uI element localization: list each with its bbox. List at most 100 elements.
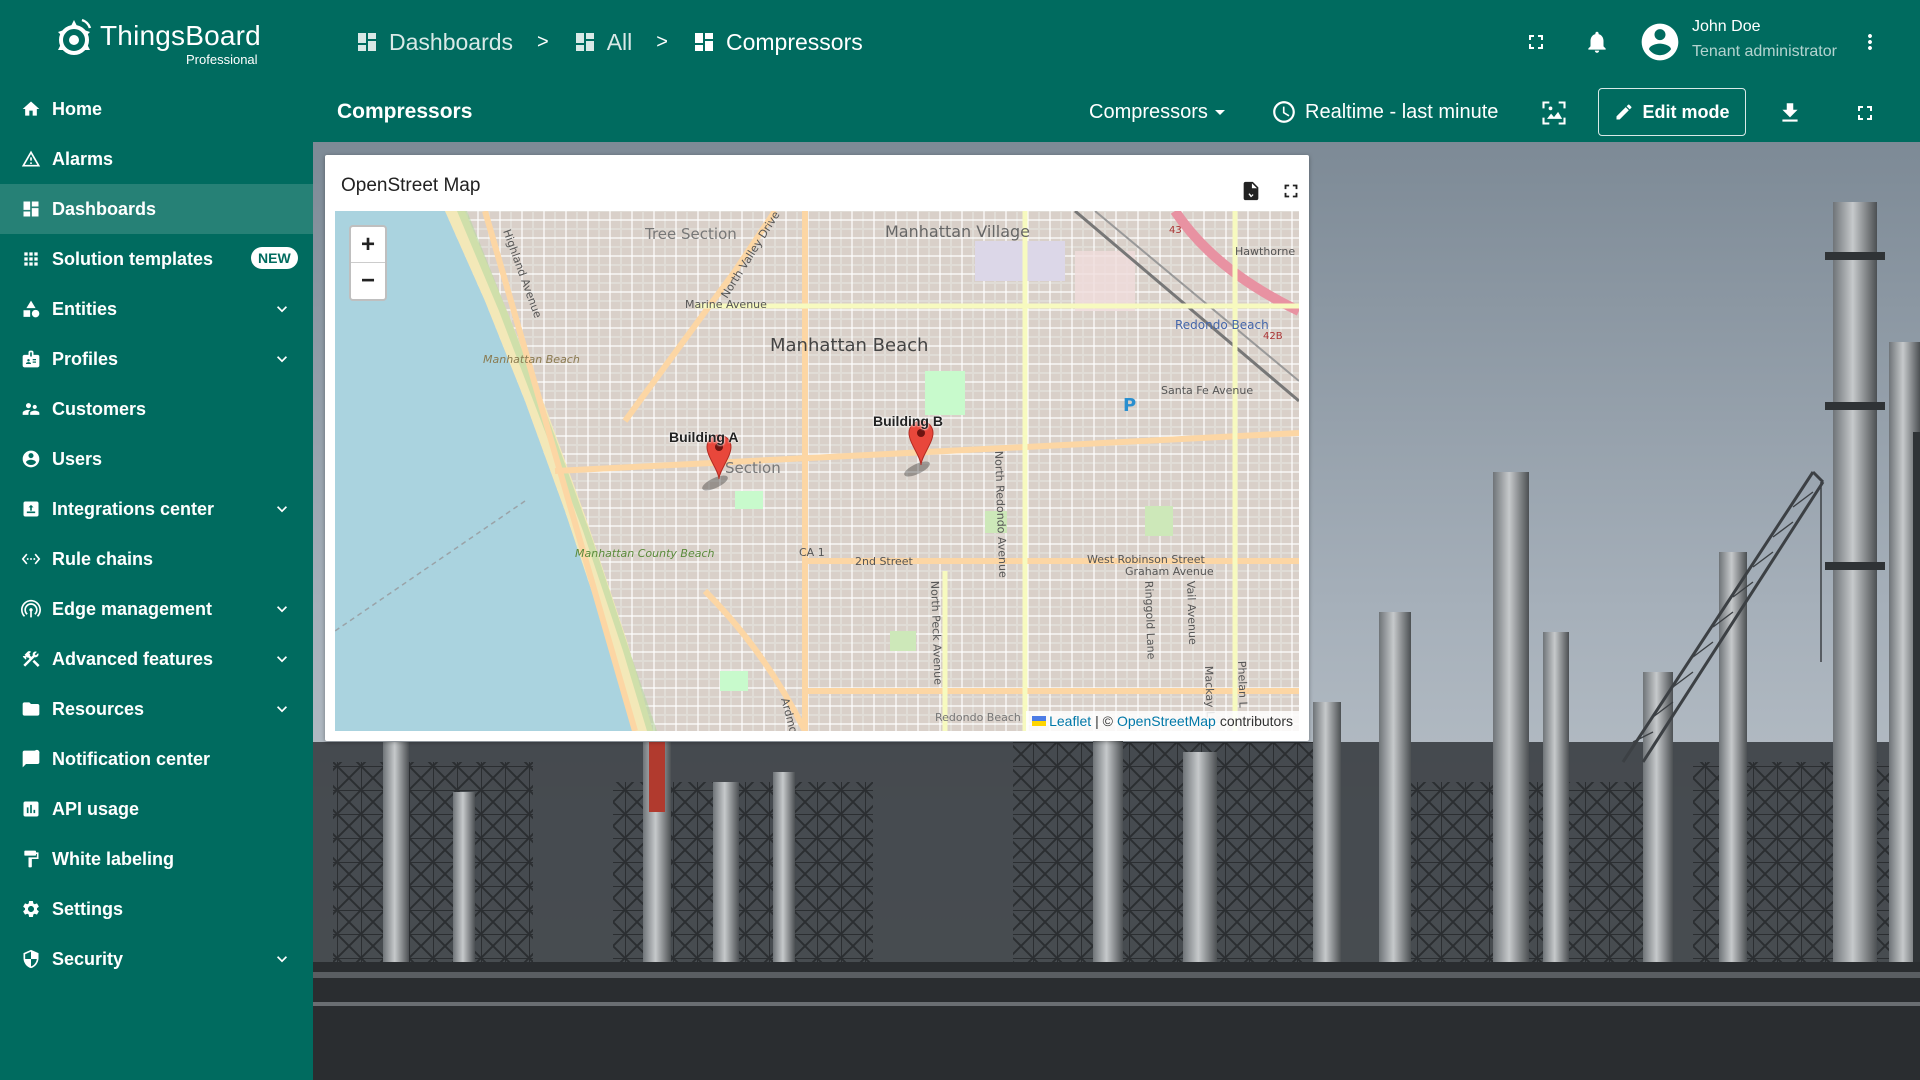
sidebar-item-label: Users <box>52 448 103 469</box>
construction-icon <box>20 648 42 670</box>
user-role: Tenant administrator <box>1692 43 1837 60</box>
sidebar-item-home[interactable]: Home <box>0 84 313 134</box>
openstreetmap-link[interactable]: OpenStreetMap <box>1117 713 1216 729</box>
breadcrumb-label: Compressors <box>725 28 863 55</box>
sidebar-item-label: Dashboards <box>52 198 157 219</box>
download-icon <box>1782 103 1798 122</box>
fullscreen-button[interactable] <box>1520 26 1552 58</box>
map-label: Manhattan County Beach <box>575 547 715 560</box>
state-select[interactable]: Compressors <box>1089 100 1232 124</box>
sidebar-item-rule-chains[interactable]: Rule chains <box>0 534 313 584</box>
file-export-icon <box>1243 181 1259 201</box>
user-name[interactable]: John Doe <box>1692 18 1761 36</box>
dashboard-icon <box>694 33 713 51</box>
map-label: Redondo Beach <box>1175 318 1269 332</box>
account-circle-icon <box>1641 23 1679 61</box>
app-logo[interactable]: ThingsBoard Professional <box>52 14 272 70</box>
chevron-down-icon <box>277 706 287 713</box>
openstreet-map[interactable]: Tree Section Manhattan Village Marine Av… <box>335 211 1299 731</box>
map-label: Graham Avenue <box>1125 565 1214 578</box>
notification-icon <box>20 748 42 770</box>
clock-icon <box>1273 101 1295 123</box>
breadcrumb-dashboards[interactable]: Dashboards <box>355 29 513 56</box>
zoom-control: + − <box>349 225 387 301</box>
folder-icon <box>20 698 42 720</box>
map-label: 42B <box>1263 331 1283 342</box>
map-label: Phelan L <box>1235 661 1250 709</box>
apps-icon <box>20 248 42 270</box>
map-label: Ringgold Lane <box>1142 581 1158 660</box>
chevron-down-icon <box>277 506 287 513</box>
sidebar-item-alarms[interactable]: Alarms <box>0 134 313 184</box>
sidebar-item-integrations-center[interactable]: Integrations center <box>0 484 313 534</box>
map-label: Section <box>725 459 781 477</box>
notifications-button[interactable] <box>1581 26 1613 58</box>
sidebar-item-label: Advanced features <box>52 648 214 669</box>
timewindow-label: Realtime - last minute <box>1305 100 1499 123</box>
sidebar-item-api-usage[interactable]: API usage <box>0 784 313 834</box>
security-icon <box>20 948 42 970</box>
bell-icon <box>1588 31 1606 53</box>
map-attribution: Leaflet | © OpenStreetMap contributors <box>1026 711 1299 731</box>
sidebar-item-label: Entities <box>52 298 118 319</box>
category-icon <box>20 298 42 320</box>
account-circle-icon <box>20 448 42 470</box>
sidebar-item-label: Rule chains <box>52 548 154 569</box>
sidebar-item-edge-management[interactable]: Edge management <box>0 584 313 634</box>
sidebar-item-label: Resources <box>52 698 145 719</box>
chevron-down-icon <box>277 956 287 963</box>
map-label: Manhattan Village <box>885 222 1030 241</box>
sidebar-item-dashboards[interactable]: Dashboards <box>0 184 313 234</box>
sidebar-item-solution-templates[interactable]: Solution templates NEW <box>0 234 313 284</box>
sidebar-item-advanced-features[interactable]: Advanced features <box>0 634 313 684</box>
map-label: CA 1 <box>799 546 825 559</box>
dashboard-icon <box>575 33 594 51</box>
sidebar-item-users[interactable]: Users <box>0 434 313 484</box>
sidebar-item-white-labeling[interactable]: White labeling <box>0 834 313 884</box>
sidebar-item-label: Profiles <box>52 348 119 369</box>
edit-mode-button[interactable]: Edit mode <box>1598 88 1746 136</box>
map-label: Tree Section <box>644 225 737 243</box>
sidebar-item-label: Alarms <box>52 148 114 169</box>
sidebar-item-resources[interactable]: Resources <box>0 684 313 734</box>
format-paint-icon <box>20 848 42 870</box>
sidebar-item-label: API usage <box>52 798 140 819</box>
warning-icon <box>20 148 42 170</box>
user-menu-button[interactable] <box>1854 26 1886 58</box>
map-label: Redondo Beach <box>935 711 1021 724</box>
download-button[interactable] <box>1774 97 1806 129</box>
sidebar-item-profiles[interactable]: Profiles <box>0 334 313 384</box>
attribution-separator: | © <box>1095 713 1113 729</box>
dashboard-toolbar: Compressors Compressors Realtime - last … <box>313 84 1920 142</box>
sidebar-item-entities[interactable]: Entities <box>0 284 313 334</box>
sidebar-item-customers[interactable]: Customers <box>0 384 313 434</box>
zoom-in-button[interactable]: + <box>351 227 385 263</box>
dashboard-fullscreen-button[interactable] <box>1849 97 1881 129</box>
sidebar-item-label: Solution templates <box>52 248 214 269</box>
badge-icon <box>20 348 42 370</box>
thingsboard-logo-icon <box>58 18 92 55</box>
sidebar-item-settings[interactable]: Settings <box>0 884 313 934</box>
image-export-icon <box>1542 101 1566 125</box>
breadcrumb-label: All <box>606 28 633 55</box>
map-label: Marine Avenue <box>685 298 767 311</box>
sidebar-item-security[interactable]: Security <box>0 934 313 984</box>
integration-icon <box>20 498 42 520</box>
sidebar-item-label: Settings <box>52 898 124 919</box>
widget-export-button[interactable] <box>1239 179 1263 203</box>
breadcrumb: Dashboards > All > Compressors <box>355 24 863 60</box>
sidebar: Home Alarms Dashboards Solution template… <box>0 84 313 1080</box>
breadcrumb-all[interactable]: All <box>573 28 633 56</box>
new-badge: NEW <box>251 247 298 269</box>
export-image-button[interactable] <box>1538 97 1570 129</box>
breadcrumb-compressors: Compressors <box>692 29 863 56</box>
edit-mode-label: Edit mode <box>1642 101 1730 122</box>
leaflet-link[interactable]: Leaflet <box>1049 713 1091 729</box>
widget-fullscreen-button[interactable] <box>1279 179 1303 203</box>
sidebar-item-notification-center[interactable]: Notification center <box>0 734 313 784</box>
user-avatar[interactable] <box>1638 20 1682 64</box>
timewindow-button[interactable]: Realtime - last minute <box>1271 96 1498 128</box>
map-label: Vail Avenue <box>1184 581 1199 646</box>
logo-subtitle: Professional <box>186 52 258 67</box>
zoom-out-button[interactable]: − <box>351 263 385 299</box>
